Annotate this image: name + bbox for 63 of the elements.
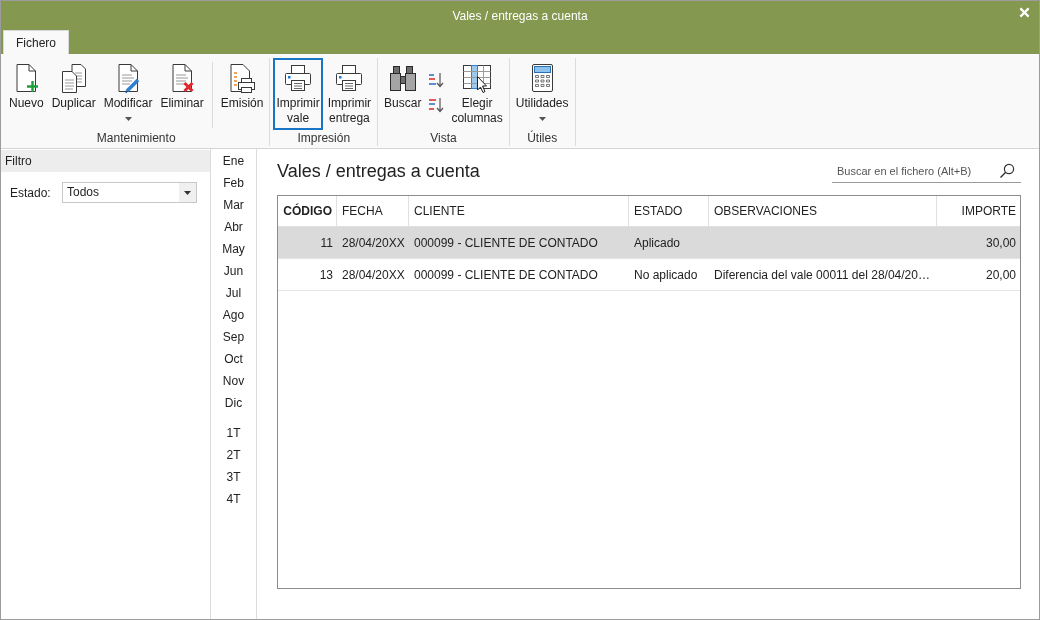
filter-header: Filtro (1, 150, 210, 172)
column-header[interactable]: CÓDIGO (278, 196, 337, 226)
quarter-item[interactable]: 3T (222, 466, 245, 488)
ribbon-button[interactable]: Utilidades (512, 58, 572, 130)
month-item[interactable]: Ago (218, 304, 249, 326)
month-item[interactable]: May (218, 238, 249, 260)
sort-ascending-icon (428, 72, 445, 88)
ribbon-button[interactable]: Eliminar (157, 58, 207, 130)
month-item[interactable]: Nov (218, 370, 249, 392)
close-button[interactable] (1019, 7, 1030, 18)
table-row[interactable]: 11 28/04/20XX 000099 - CLIENTE DE CONTADO Aplicado 30,00 (278, 227, 1020, 259)
ribbon-button[interactable]: Emisión (217, 58, 267, 130)
table-cell-text: 30,00 (984, 234, 1017, 252)
table-cell-text: 11 (319, 234, 334, 252)
ribbon-button[interactable]: Imprimir vale (273, 58, 323, 130)
quarter-item[interactable]: 2T (222, 444, 245, 466)
field-label: Estado: (10, 185, 52, 200)
ribbon-button[interactable]: Buscar (381, 58, 425, 130)
quarter-item[interactable]: 4T (222, 488, 245, 510)
table-cell-text: Aplicado (633, 234, 682, 252)
page-title: Vales / entregas a cuenta (277, 160, 480, 182)
column-header[interactable]: FECHA (337, 196, 409, 226)
search-field[interactable]: Buscar en el fichero (Alt+B) (832, 159, 1021, 183)
group-label: Útiles (527, 130, 558, 146)
ribbon-button[interactable]: Elegir columnas (448, 58, 506, 130)
ribbon-button[interactable]: Imprimir entrega (324, 58, 375, 130)
table-cell-text: No aplicado (633, 266, 699, 284)
column-header[interactable]: OBSERVACIONES (709, 196, 937, 226)
month-item[interactable]: Feb (219, 172, 248, 194)
ribbon-button[interactable]: Duplicar (48, 58, 99, 130)
table-cell-text: Diferencia del vale 00011 del 28/04/20… (713, 266, 931, 284)
table-row[interactable]: 13 28/04/20XX 000099 - CLIENTE DE CONTADO No aplicado Diferencia del vale 00011 del 28/04/20… 20,00 (278, 259, 1020, 291)
column-header[interactable]: ESTADO (629, 196, 709, 226)
month-item[interactable]: Jun (219, 260, 248, 282)
ribbon-tab[interactable]: Fichero (3, 30, 69, 54)
month-item[interactable]: Dic (220, 392, 247, 414)
group-label: Vista (430, 130, 457, 146)
month-item[interactable]: Ene (218, 150, 249, 172)
month-item[interactable]: Sep (218, 326, 249, 348)
column-header[interactable]: CLIENTE (409, 196, 629, 226)
window-title: Vales / entregas a cuenta (452, 8, 588, 23)
status-dropdown[interactable]: Todos (62, 182, 197, 203)
month-item[interactable]: Jul (221, 282, 246, 304)
ribbon-button[interactable]: Nuevo (6, 58, 47, 130)
month-item[interactable]: Mar (219, 194, 248, 216)
close-icon (1019, 7, 1030, 18)
caret-icon (184, 190, 191, 195)
ribbon-button[interactable]: Modificar (100, 58, 156, 130)
table-cell-text: 28/04/20XX (341, 234, 406, 252)
table-cell-text: 000099 - CLIENTE DE CONTADO (413, 266, 599, 284)
table-cell-text: 13 (318, 266, 334, 284)
month-item[interactable]: Abr (220, 216, 247, 238)
table-cell-text: 20,00 (984, 266, 1017, 284)
month-item[interactable]: Oct (220, 348, 247, 370)
column-grid-icon (461, 62, 494, 94)
group-label: Impresión (297, 130, 351, 146)
column-header[interactable]: IMPORTE (937, 196, 1020, 226)
table-cell-text: 000099 - CLIENTE DE CONTADO (413, 234, 599, 252)
group-label: Mantenimiento (96, 130, 176, 146)
quarter-item[interactable]: 1T (222, 422, 245, 444)
sort-descending-icon (428, 97, 445, 113)
table-cell-text: 28/04/20XX (341, 266, 406, 284)
search-icon (999, 163, 1015, 179)
